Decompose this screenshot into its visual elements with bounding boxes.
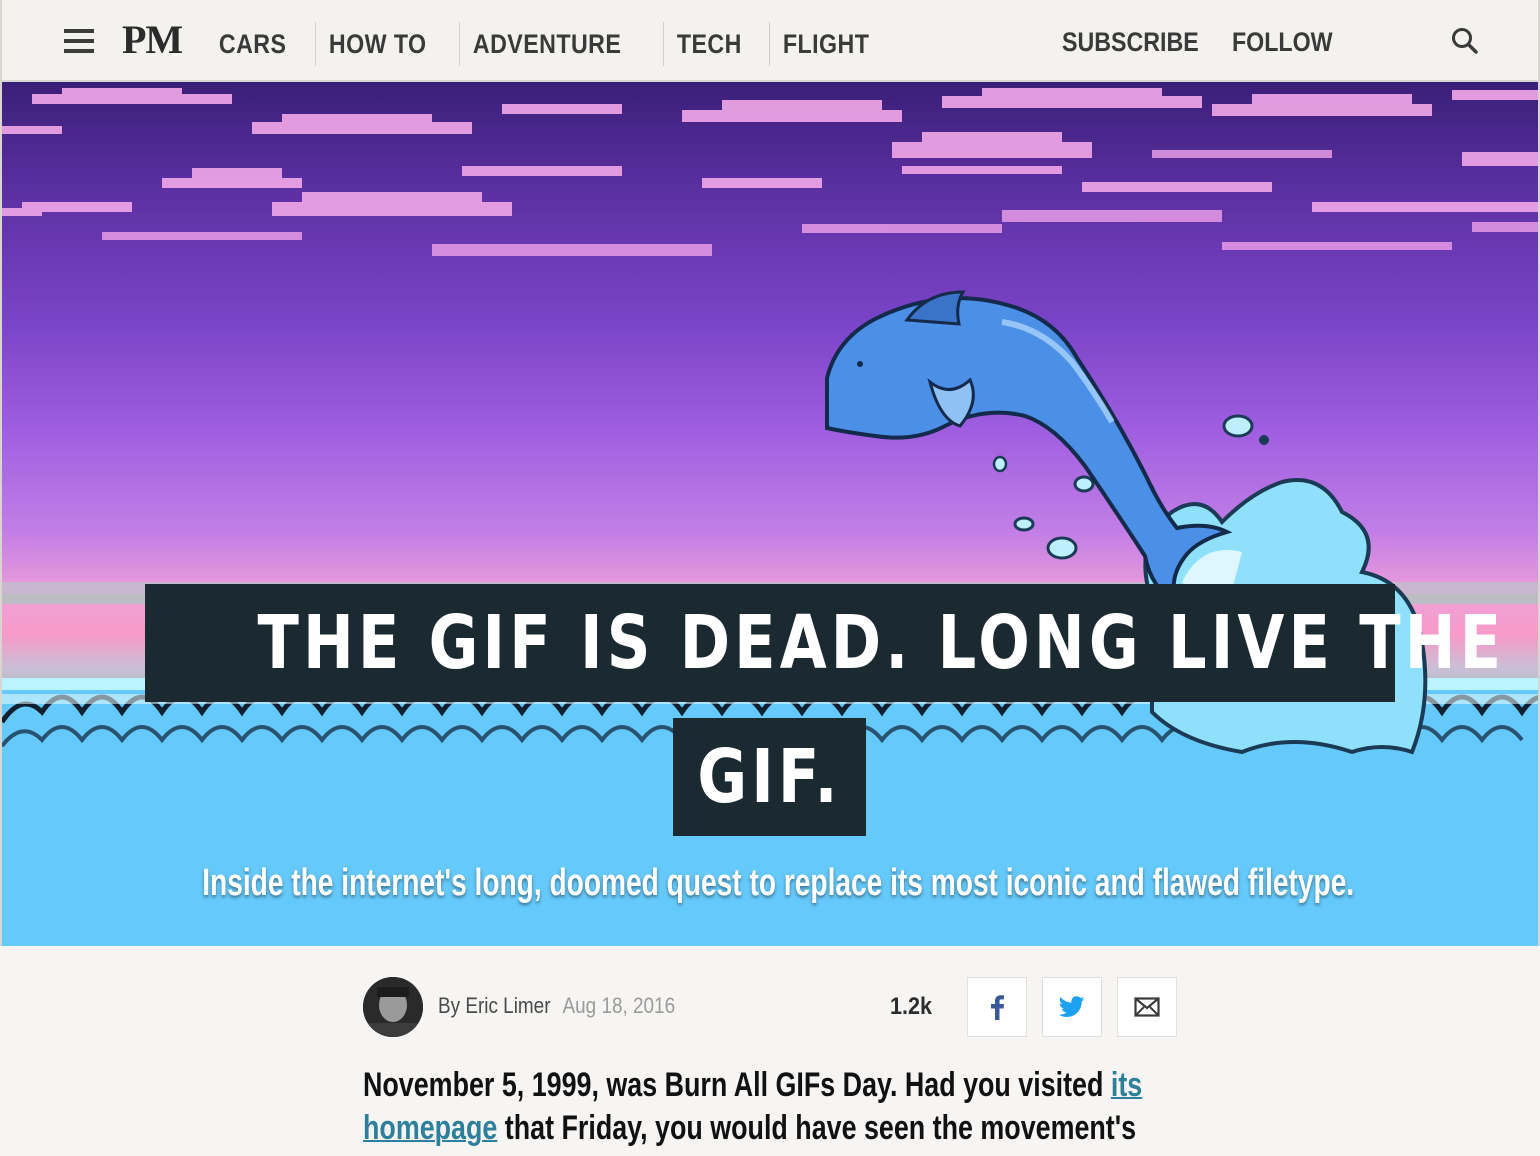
facebook-icon — [991, 995, 1004, 1020]
headline-line-2: GIF. — [697, 734, 842, 820]
author-avatar[interactable] — [363, 977, 423, 1037]
nav-link-flight[interactable]: FLIGHT — [770, 22, 882, 66]
nav-link-adventure[interactable]: ADVENTURE — [460, 22, 634, 66]
hero-banner: THE GIF IS DEAD. LONG LIVE THE GIF. Insi… — [0, 82, 1540, 946]
publish-date: Aug 18, 2016 — [562, 993, 676, 1018]
its-homepage-link[interactable]: its — [1111, 1066, 1142, 1104]
paragraph-text: November 5, 1999, was Burn All GIFs Day.… — [363, 1066, 1111, 1104]
section-links: CARS HOW TO ADVENTURE TECH FLIGHT — [206, 22, 901, 66]
by-label: By — [438, 993, 466, 1018]
twitter-icon — [1059, 996, 1085, 1017]
nav-link-tech[interactable]: TECH — [664, 22, 755, 66]
email-share-button[interactable] — [1117, 977, 1177, 1037]
headline-bar-1: THE GIF IS DEAD. LONG LIVE THE — [145, 584, 1506, 702]
follow-link[interactable]: FOLLOW — [1232, 20, 1352, 64]
twitter-share-button[interactable] — [1042, 977, 1102, 1037]
facebook-share-button[interactable] — [967, 977, 1027, 1037]
subscribe-link[interactable]: SUBSCRIBE — [1062, 20, 1199, 64]
site-logo[interactable]: PM — [122, 16, 183, 63]
byline-bar: By Eric Limer Aug 18, 2016 1.2k — [363, 977, 1183, 1037]
dolphin-illustration — [825, 290, 1233, 609]
its-homepage-link-continued[interactable]: homepage — [363, 1109, 497, 1147]
author-info: By Eric Limer Aug 18, 2016 — [438, 993, 675, 1019]
headline-line-1: THE GIF IS DEAD. LONG LIVE THE — [257, 600, 1506, 686]
nav-link-how-to[interactable]: HOW TO — [316, 22, 439, 66]
article-paragraph-line-2: homepage that Friday, you would have see… — [363, 1107, 1136, 1150]
paragraph-text: that Friday, you would have seen the mov… — [497, 1109, 1137, 1147]
article-body: November 5, 1999, was Burn All GIFs Day.… — [363, 1064, 1183, 1150]
article-paragraph-line-1: November 5, 1999, was Burn All GIFs Day.… — [363, 1064, 1142, 1107]
nav-actions: SUBSCRIBE FOLLOW — [1062, 20, 1372, 64]
share-count: 1.2k — [890, 993, 933, 1020]
top-navigation: PM CARS HOW TO ADVENTURE TECH FLIGHT SUB… — [0, 0, 1540, 82]
email-icon — [1134, 997, 1160, 1017]
hamburger-menu-icon[interactable] — [64, 28, 94, 54]
nav-link-cars[interactable]: CARS — [206, 22, 299, 66]
author-name-link[interactable]: Eric Limer — [465, 993, 550, 1018]
headline-bar-2: GIF. — [673, 718, 866, 836]
article-dek: Inside the internet's long, doomed quest… — [202, 862, 1355, 904]
search-icon[interactable] — [1450, 26, 1480, 56]
